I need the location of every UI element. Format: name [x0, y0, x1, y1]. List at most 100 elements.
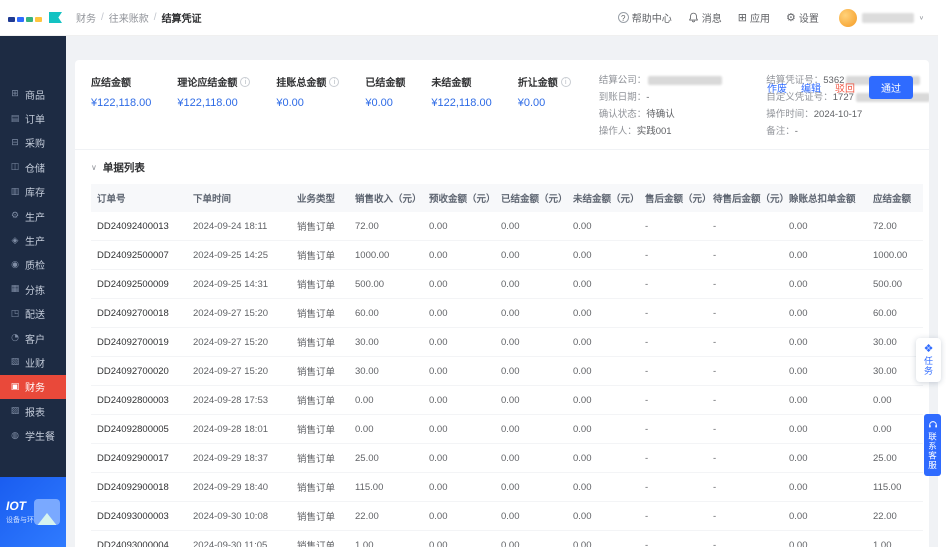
approve-button[interactable]: 通过 — [869, 76, 913, 99]
table-cell: 0.00 — [783, 415, 867, 444]
settings-button[interactable]: ⚙ 设置 — [786, 10, 819, 25]
table-row[interactable]: DD240925000072024-09-25 14:25销售订单1000.00… — [91, 241, 923, 270]
task-widget-label: 任务 — [922, 356, 935, 376]
table-row[interactable]: DD240927000192024-09-27 15:20销售订单30.000.… — [91, 328, 923, 357]
voucher-header: 应结金额¥122,118.00理论应结金额i¥122,118.00挂账总金额i¥… — [75, 60, 929, 150]
reject-button[interactable]: 驳回 — [835, 80, 855, 95]
table-row[interactable]: DD240930000032024-09-30 10:08销售订单22.000.… — [91, 502, 923, 531]
app-window: 财务/往来账款/结算凭证 ? 帮助中心 消息 ⊞ 应用 ⚙ 设置 — [0, 0, 946, 547]
table-cell: 72.00 — [867, 212, 923, 241]
table-cell: 0.00 — [567, 531, 639, 547]
sidebar-item-label: 配送 — [25, 306, 45, 321]
breadcrumb: 财务/往来账款/结算凭证 — [76, 10, 202, 25]
table-row[interactable]: DD240927000202024-09-27 15:20销售订单30.000.… — [91, 357, 923, 386]
table-cell: 2024-09-27 15:20 — [187, 328, 291, 357]
detail-value: - — [646, 92, 649, 103]
sidebar-item-delivery[interactable]: ◳配送 — [0, 302, 66, 326]
table-row[interactable]: DD240928000032024-09-28 17:53销售订单0.000.0… — [91, 386, 923, 415]
table-cell: - — [639, 212, 707, 241]
table-cell: 销售订单 — [291, 299, 349, 328]
summary-value: ¥0.00 — [518, 97, 571, 109]
sidebar-item-warehouse[interactable]: ◫仓储 — [0, 155, 66, 179]
apps-button[interactable]: ⊞ 应用 — [738, 10, 770, 25]
table-cell: 0.00 — [423, 502, 495, 531]
table-cell: 0.00 — [495, 299, 567, 328]
info-icon[interactable]: i — [329, 77, 339, 87]
bell-icon — [688, 12, 699, 23]
table-cell: - — [707, 444, 783, 473]
table-cell: DD24092700019 — [91, 328, 187, 357]
table-row[interactable]: DD240930000042024-09-30 11:05销售订单1.000.0… — [91, 531, 923, 547]
messages-button[interactable]: 消息 — [688, 10, 722, 25]
sidebar-item-production[interactable]: ⚙生产 — [0, 204, 66, 228]
table-row[interactable]: DD240929000182024-09-29 18:40销售订单115.000… — [91, 473, 923, 502]
reports-icon: ▨ — [10, 406, 20, 416]
iot-panel[interactable]: IOT 设备与环境 — [0, 477, 66, 547]
table-cell: 25.00 — [349, 444, 423, 473]
table-cell: 销售订单 — [291, 241, 349, 270]
sorting-icon: ▦ — [10, 284, 20, 294]
table-row[interactable]: DD240925000092024-09-25 14:31销售订单500.000… — [91, 270, 923, 299]
sidebar-item-purchase[interactable]: ⊟采购 — [0, 131, 66, 155]
table-cell: DD24093000004 — [91, 531, 187, 547]
sidebar-item-quality[interactable]: ◉质检 — [0, 253, 66, 277]
help-center-button[interactable]: ? 帮助中心 — [618, 10, 672, 25]
chevron-down-icon: ∨ — [919, 14, 924, 20]
sidebar-item-sorting[interactable]: ▦分拣 — [0, 277, 66, 301]
breadcrumb-item[interactable]: 财务 — [76, 10, 96, 25]
table-cell: 0.00 — [495, 473, 567, 502]
sidebar-item-goods[interactable]: ⊞商品 — [0, 82, 66, 106]
sidebar-item-orders[interactable]: ▤订单 — [0, 106, 66, 130]
table-cell: 60.00 — [349, 299, 423, 328]
customers-icon: ◔ — [10, 333, 20, 343]
sidebar-item-customers[interactable]: ◔客户 — [0, 326, 66, 350]
table-cell: 0.00 — [783, 212, 867, 241]
table-row[interactable]: DD240928000052024-09-28 18:01销售订单0.000.0… — [91, 415, 923, 444]
layers-icon: ❖ — [924, 343, 934, 354]
table-cell: 30.00 — [349, 328, 423, 357]
table-cell: 0.00 — [423, 241, 495, 270]
table-cell: - — [707, 502, 783, 531]
detail-value: 实践001 — [637, 126, 672, 137]
table-cell: 0.00 — [349, 386, 423, 415]
detail-label: 备注： — [766, 126, 795, 137]
table-cell: 72.00 — [349, 212, 423, 241]
breadcrumb-item[interactable]: 往来账款 — [109, 10, 149, 25]
table-cell: - — [639, 270, 707, 299]
info-icon[interactable]: i — [561, 77, 571, 87]
table-cell: - — [639, 415, 707, 444]
table-cell: - — [707, 531, 783, 547]
table-cell: 0.00 — [783, 299, 867, 328]
table-cell: - — [707, 212, 783, 241]
sidebar-item-biz-finance[interactable]: ▧业财 — [0, 350, 66, 374]
sidebar-item-label: 质检 — [25, 257, 45, 272]
table-row[interactable]: DD240927000182024-09-27 15:20销售订单60.000.… — [91, 299, 923, 328]
table-row[interactable]: DD240924000132024-09-24 18:11销售订单72.000.… — [91, 212, 923, 241]
user-menu[interactable]: ∨ — [839, 9, 924, 27]
sidebar-item-processing[interactable]: ◈生产 — [0, 228, 66, 252]
table-cell: DD24092900018 — [91, 473, 187, 502]
detail-value: - — [795, 126, 798, 137]
edit-button[interactable]: 编辑 — [801, 80, 821, 95]
task-widget[interactable]: ❖ 任务 — [916, 338, 941, 382]
inventory-icon: ▥ — [10, 187, 20, 197]
table-row[interactable]: DD240929000172024-09-29 18:37销售订单25.000.… — [91, 444, 923, 473]
sidebar-item-finance[interactable]: ▣财务 — [0, 375, 66, 399]
sidebar-item-student-meal[interactable]: ◍学生餐 — [0, 423, 66, 447]
table-cell: 销售订单 — [291, 270, 349, 299]
summary-label: 折让金额i — [518, 74, 571, 89]
summary-label: 已结金额 — [365, 74, 405, 89]
table-cell: - — [639, 473, 707, 502]
table-cell: - — [707, 357, 783, 386]
table-cell: 0.00 — [567, 299, 639, 328]
gear-icon: ⚙ — [786, 12, 796, 23]
info-icon[interactable]: i — [240, 77, 250, 87]
documents-section-header[interactable]: ∨ 单据列表 — [91, 160, 913, 175]
summary-label: 未结金额 — [431, 74, 491, 89]
void-button[interactable]: 作废 — [767, 80, 787, 95]
detail-label: 结算公司： — [599, 75, 647, 86]
sidebar-item-reports[interactable]: ▨报表 — [0, 399, 66, 423]
sidebar-item-inventory[interactable]: ▥库存 — [0, 180, 66, 204]
contact-support-button[interactable]: 联系客服 — [924, 414, 941, 476]
summary-item: 理论应结金额i¥122,118.00 — [177, 74, 250, 137]
